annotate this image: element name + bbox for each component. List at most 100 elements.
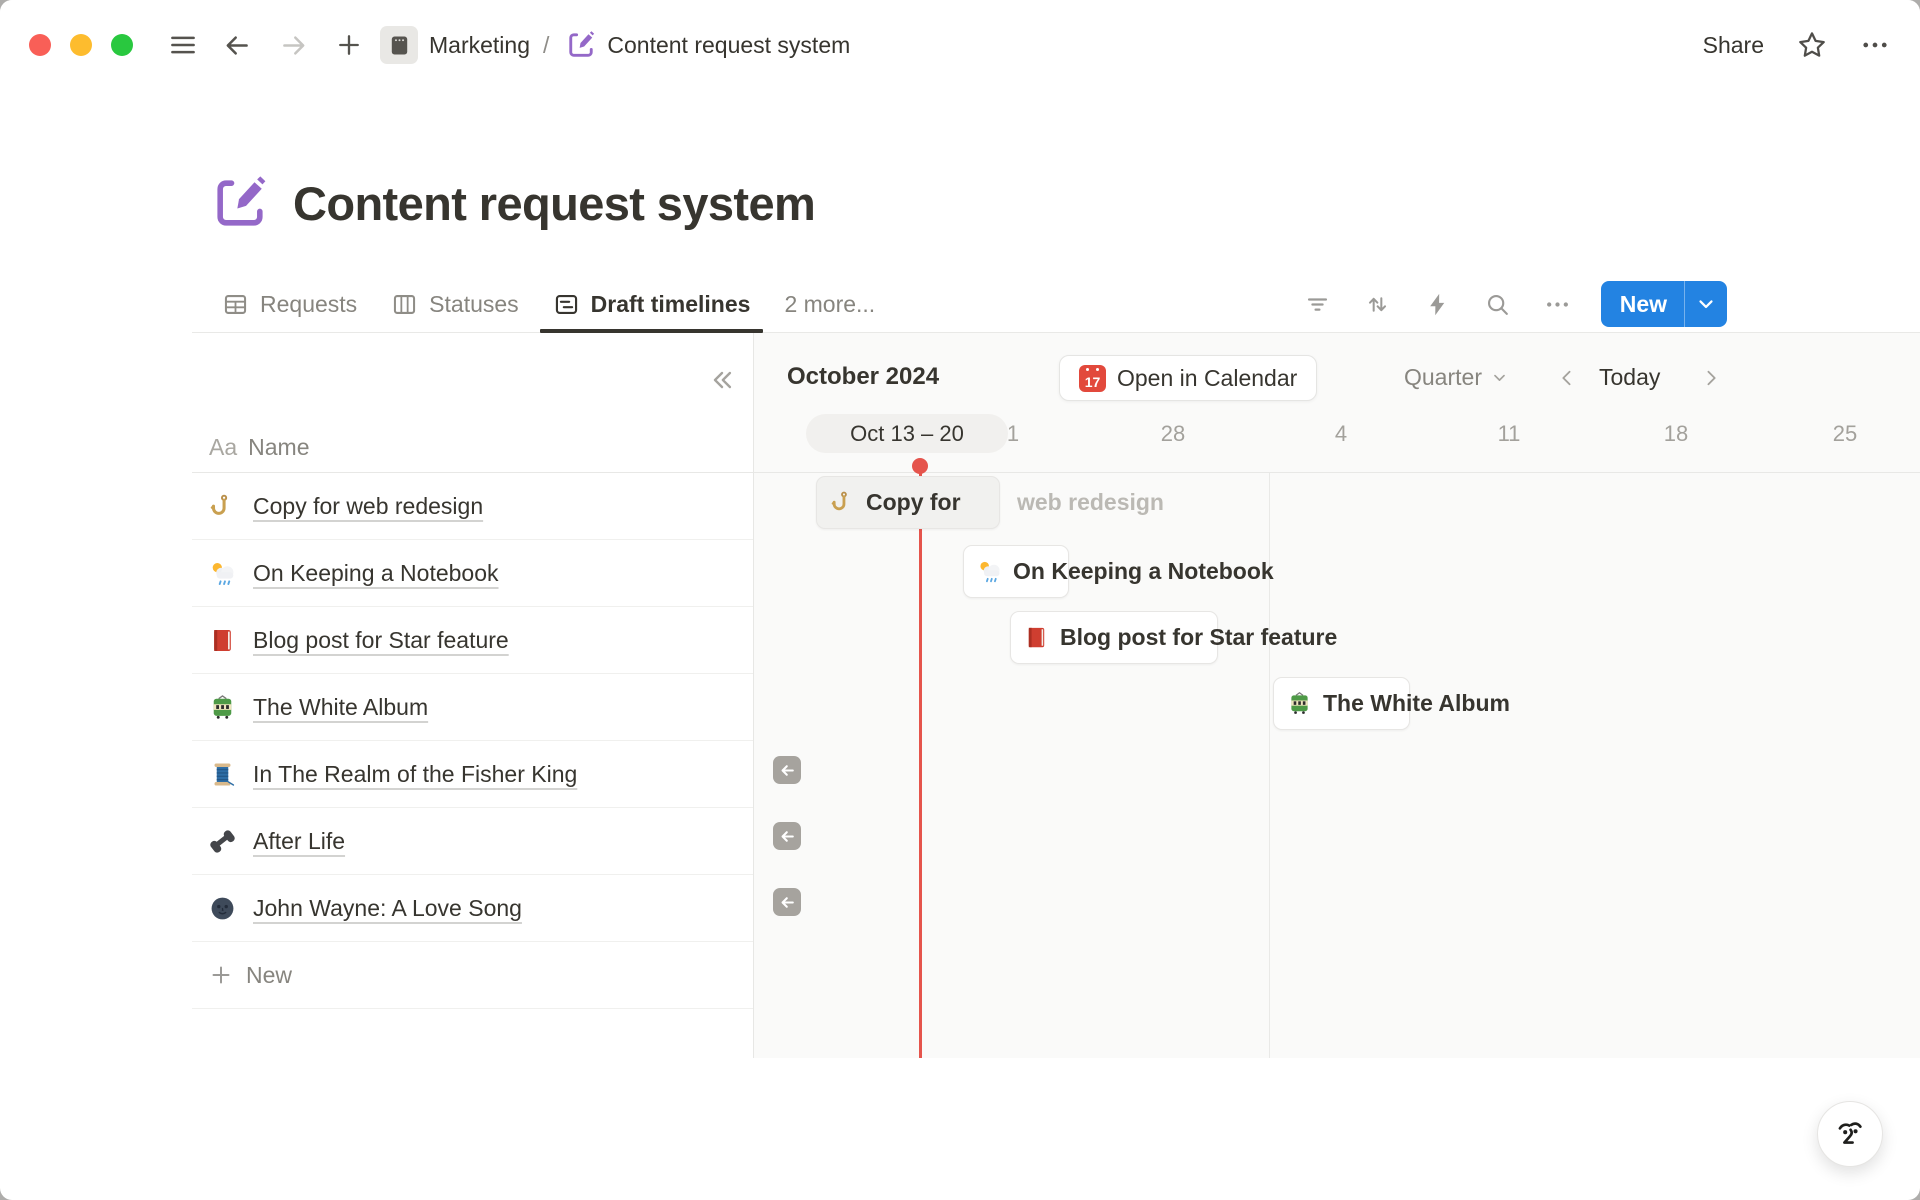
tab-statuses[interactable]: Statuses xyxy=(391,276,519,332)
sidebar-menu-button[interactable] xyxy=(168,30,198,60)
calendar-icon: 17 xyxy=(1079,365,1106,392)
view-tabbar: Requests Statuses Draft timelines 2 more… xyxy=(192,276,1920,333)
traffic-light-zoom[interactable] xyxy=(111,34,133,56)
scroll-to-bar-button[interactable] xyxy=(773,756,801,784)
row-title[interactable]: John Wayne: A Love Song xyxy=(253,895,522,922)
table-view-icon xyxy=(222,291,249,318)
row-title[interactable]: On Keeping a Notebook xyxy=(253,560,499,587)
add-row-button[interactable]: New xyxy=(192,942,753,1009)
traffic-light-minimize[interactable] xyxy=(70,34,92,56)
timeline-panel: October 2024 17 Open in Calendar Quarter… xyxy=(753,333,1920,1058)
page-edit-icon xyxy=(566,30,596,60)
open-in-calendar-button[interactable]: 17 Open in Calendar xyxy=(1059,355,1317,401)
add-row-label: New xyxy=(246,962,292,989)
notion-ai-button[interactable] xyxy=(1817,1101,1883,1167)
arrow-left-icon xyxy=(779,762,796,779)
column-header-label: Name xyxy=(248,434,309,461)
timeline-zoom-select[interactable]: Quarter xyxy=(1404,364,1510,391)
arrow-right-icon xyxy=(279,31,308,60)
table-row[interactable]: After Life xyxy=(192,808,753,875)
table-row[interactable]: On Keeping a Notebook xyxy=(192,540,753,607)
row-title[interactable]: Copy for web redesign xyxy=(253,493,483,520)
tab-requests[interactable]: Requests xyxy=(222,276,357,332)
red-book-emoji-icon xyxy=(209,627,236,654)
new-button[interactable]: New xyxy=(1601,281,1684,327)
next-period-icon[interactable] xyxy=(1700,367,1722,389)
collapse-panel-icon[interactable] xyxy=(707,365,737,395)
favorite-star-icon[interactable] xyxy=(1796,29,1828,61)
arrow-left-icon xyxy=(779,894,796,911)
timeline-bar[interactable]: Copy for xyxy=(816,476,1000,529)
today-indicator-line xyxy=(919,466,922,1058)
timeline-bar-ghost-label: web redesign xyxy=(1017,476,1164,529)
hook-emoji-icon xyxy=(209,493,236,520)
column-header-name[interactable]: Aa Name xyxy=(192,423,753,473)
new-page-button[interactable] xyxy=(334,30,364,60)
plus-icon xyxy=(209,963,233,987)
bar-title: The White Album xyxy=(1323,690,1510,717)
teamspace-icon xyxy=(387,33,412,58)
date-tick: 28 xyxy=(1161,421,1185,447)
table-row[interactable]: Copy for web redesign xyxy=(192,473,753,540)
sun-rain-cloud-emoji-icon xyxy=(209,560,236,587)
date-range-pill[interactable]: Oct 13 – 20 xyxy=(806,414,1008,453)
row-title[interactable]: The White Album xyxy=(253,694,428,721)
arrow-left-icon xyxy=(779,828,796,845)
today-indicator-dot xyxy=(912,458,928,474)
breadcrumb: Marketing / Content request system xyxy=(380,26,850,64)
tab-label: 2 more... xyxy=(784,291,875,318)
table-row[interactable]: John Wayne: A Love Song xyxy=(192,875,753,942)
page-header: Content request system xyxy=(211,174,815,232)
breadcrumb-separator: / xyxy=(541,32,551,59)
notion-window: Marketing / Content request system Share… xyxy=(0,0,1920,1200)
back-button[interactable] xyxy=(222,30,252,60)
previous-period-icon[interactable] xyxy=(1556,367,1578,389)
breadcrumb-workspace-chip[interactable] xyxy=(380,26,418,64)
table-row[interactable]: The White Album xyxy=(192,674,753,741)
row-title[interactable]: In The Realm of the Fisher King xyxy=(253,761,577,788)
breadcrumb-page[interactable]: Content request system xyxy=(607,32,850,59)
automations-icon[interactable] xyxy=(1424,291,1451,318)
forward-button[interactable] xyxy=(278,30,308,60)
date-tick: 25 xyxy=(1833,421,1857,447)
hook-emoji-icon xyxy=(830,490,855,515)
search-icon[interactable] xyxy=(1484,291,1511,318)
page-icon[interactable] xyxy=(211,174,269,232)
traffic-light-close[interactable] xyxy=(29,34,51,56)
tab-label: Statuses xyxy=(429,291,519,318)
tab-more-views[interactable]: 2 more... xyxy=(784,276,875,332)
view-more-icon[interactable] xyxy=(1544,291,1571,318)
tab-draft-timelines[interactable]: Draft timelines xyxy=(553,276,751,332)
breadcrumb-workspace[interactable]: Marketing xyxy=(429,32,530,59)
thread-emoji-icon xyxy=(209,761,236,788)
timeline-bar[interactable]: The White Album xyxy=(1273,677,1410,730)
view-controls xyxy=(1304,291,1571,318)
table-row[interactable]: Blog post for Star feature xyxy=(192,607,753,674)
scroll-to-bar-button[interactable] xyxy=(773,822,801,850)
timeline-bar[interactable]: Blog post for Star feature xyxy=(1010,611,1218,664)
chevron-down-icon xyxy=(1695,293,1717,315)
arrow-left-icon xyxy=(223,31,252,60)
date-tick: 11 xyxy=(1498,421,1521,447)
tram-emoji-icon xyxy=(209,694,236,721)
today-button[interactable]: Today xyxy=(1599,364,1660,391)
row-title[interactable]: After Life xyxy=(253,828,345,855)
row-title[interactable]: Blog post for Star feature xyxy=(253,627,509,654)
date-tick: 1 xyxy=(1007,421,1019,447)
table-row[interactable]: In The Realm of the Fisher King xyxy=(192,741,753,808)
phone-emoji-icon xyxy=(209,828,236,855)
tram-emoji-icon xyxy=(1287,691,1312,716)
new-dropdown-button[interactable] xyxy=(1685,281,1727,327)
table-panel: Aa Name Copy for web redesign On Keeping… xyxy=(192,333,753,1009)
text-property-icon: Aa xyxy=(209,434,237,461)
more-options-icon[interactable] xyxy=(1860,30,1890,60)
timeline-header-divider xyxy=(754,472,1920,473)
open-in-calendar-label: Open in Calendar xyxy=(1117,365,1297,392)
titlebar-actions: Share xyxy=(1703,29,1890,61)
red-book-emoji-icon xyxy=(1024,625,1049,650)
scroll-to-bar-button[interactable] xyxy=(773,888,801,916)
timeline-bar[interactable]: On Keeping a Notebook xyxy=(963,545,1069,598)
share-button[interactable]: Share xyxy=(1703,32,1764,59)
filter-icon[interactable] xyxy=(1304,291,1331,318)
sort-icon[interactable] xyxy=(1364,291,1391,318)
